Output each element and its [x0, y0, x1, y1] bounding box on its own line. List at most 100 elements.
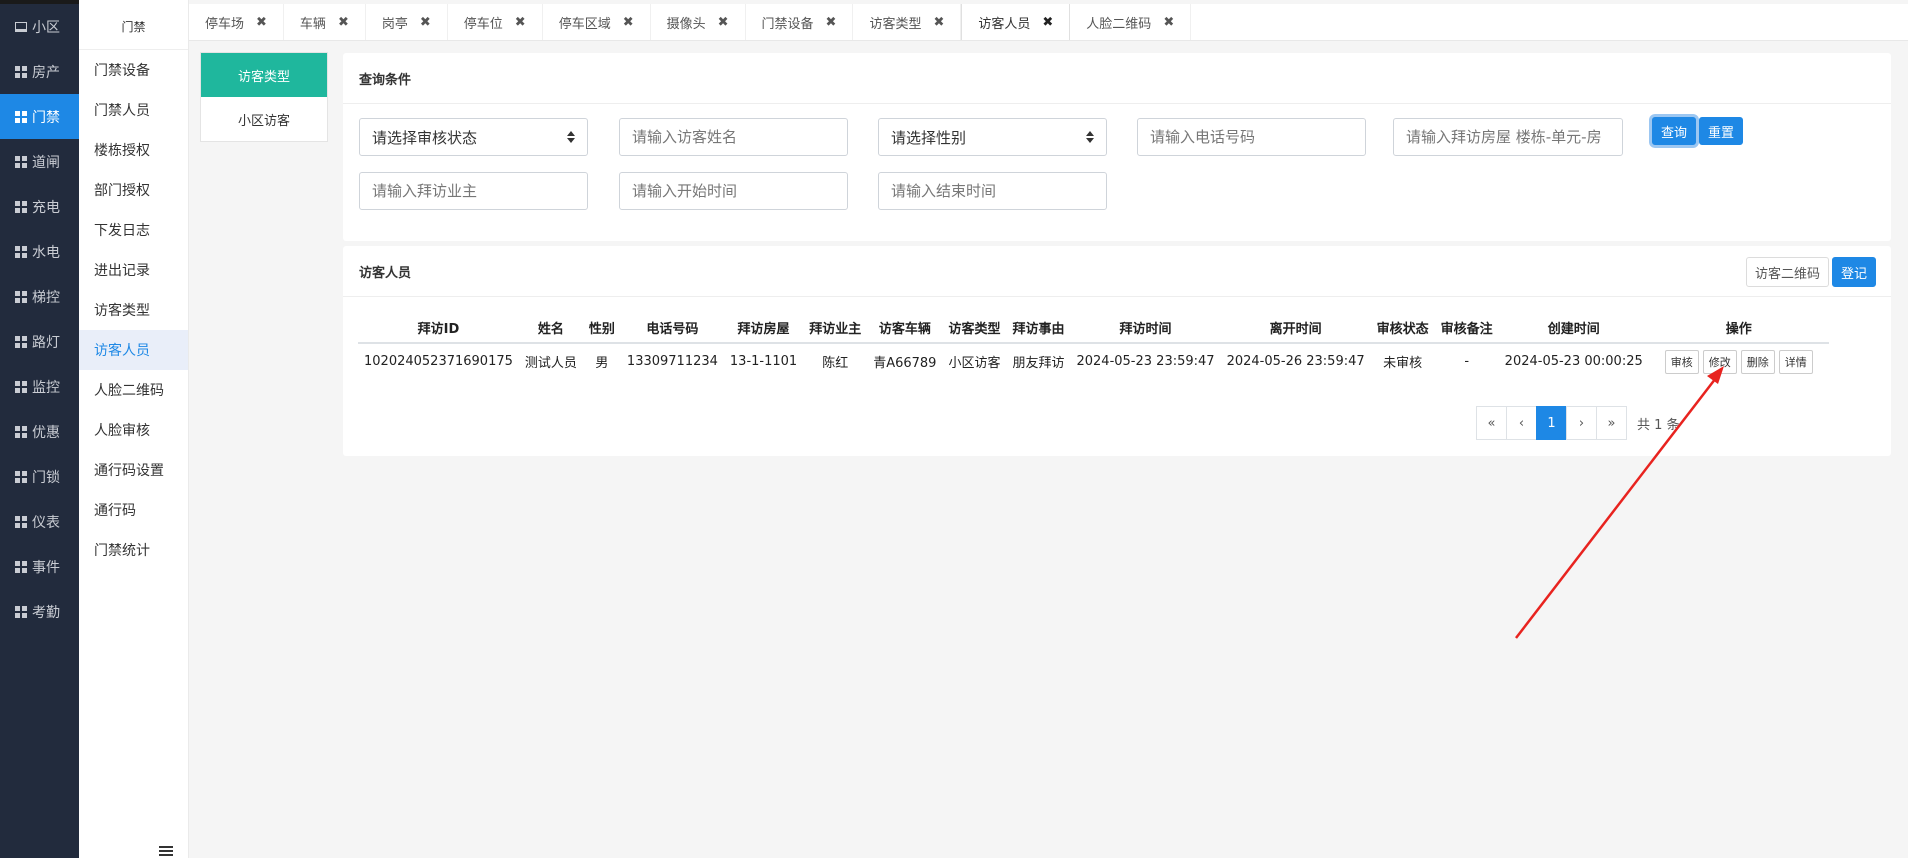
sidebar-item[interactable]: 路灯	[0, 319, 79, 364]
detail-button[interactable]: 详情	[1778, 349, 1813, 374]
first-page-button[interactable]: «	[1476, 406, 1507, 440]
tab-label: 门禁设备	[761, 16, 814, 32]
table-cell: 2024-05-26 23:59:47	[1226, 354, 1365, 369]
grid-icon	[15, 245, 27, 258]
tab-label: 停车场	[205, 16, 245, 32]
sidebar-item[interactable]: 仪表	[0, 499, 79, 544]
query-panel-title: 查询条件	[343, 53, 1891, 104]
close-icon[interactable]: ✖	[420, 15, 431, 30]
prev-page-button[interactable]: ‹	[1506, 406, 1537, 440]
visitor-type-item[interactable]: 小区访客	[201, 97, 327, 141]
sidebar-item[interactable]: 门锁	[0, 454, 79, 499]
tab[interactable]: 停车场 ✖	[189, 4, 284, 40]
submenu-item[interactable]: 门禁人员	[79, 90, 188, 130]
register-button[interactable]: 登记	[1832, 257, 1877, 287]
tab[interactable]: 人脸二维码 ✖	[1070, 4, 1192, 40]
page-1-button[interactable]: 1	[1536, 406, 1567, 440]
submenu-item[interactable]: 进出记录	[79, 250, 188, 290]
sub-sidebar-list: 门禁设备 门禁人员 楼栋授权 部门授权 下发日志 进出记录 访客类型 访客人员 人脸二维码 人脸审…	[79, 50, 188, 570]
close-icon[interactable]: ✖	[1163, 15, 1174, 30]
submenu-item[interactable]: 门禁统计	[79, 530, 188, 570]
grid-icon	[15, 290, 27, 303]
sidebar-item[interactable]: 事件	[0, 544, 79, 589]
sidebar-item-label: 水电	[32, 244, 60, 261]
total-count: 共 1 条	[1637, 417, 1680, 433]
close-icon[interactable]: ✖	[933, 15, 944, 30]
start-time-input[interactable]	[619, 172, 848, 210]
visitor-type-item[interactable]: 访客类型	[201, 53, 327, 97]
close-icon[interactable]: ✖	[515, 15, 526, 30]
table-cell: 未审核	[1383, 356, 1423, 371]
column-header: 拜访业主	[803, 313, 868, 344]
sidebar-item[interactable]: 房产	[0, 49, 79, 94]
grid-icon	[15, 515, 27, 528]
sidebar-item[interactable]: 监控	[0, 364, 79, 409]
tab-label: 访客人员	[978, 16, 1031, 32]
close-icon[interactable]: ✖	[256, 15, 267, 30]
table-cell: 2024-05-23 23:59:47	[1076, 354, 1215, 369]
gender-select[interactable]: 请选择性别	[878, 118, 1107, 156]
grid-icon	[15, 65, 27, 78]
grid-icon	[15, 155, 27, 168]
sidebar-item[interactable]: 水电	[0, 229, 79, 274]
sidebar-item[interactable]: 门禁	[0, 94, 79, 139]
tab-label: 停车位	[463, 16, 503, 32]
table-cell: 2024-05-23 00:00:25	[1504, 354, 1643, 369]
audit-status-select[interactable]: 请选择审核状态	[359, 118, 588, 156]
close-icon[interactable]: ✖	[718, 15, 729, 30]
tab[interactable]: 门禁设备 ✖	[746, 4, 854, 40]
tab[interactable]: 停车区域 ✖	[543, 4, 651, 40]
submenu-item[interactable]: 访客类型	[79, 290, 188, 330]
audit-status-select-value: 请选择审核状态	[372, 128, 478, 147]
tab[interactable]: 停车位 ✖	[448, 4, 543, 40]
select-arrows-icon	[567, 131, 575, 143]
row-actions: 审核 修改 删除 详情	[1655, 349, 1823, 374]
table-header-row: 拜访ID 姓名 性别 电话号码 拜访房屋 拜访业主 访客车辆 访客类型 拜访事由 拜访时间 离开时间…	[358, 313, 1829, 344]
visitor-name-input[interactable]	[619, 118, 848, 156]
select-arrows-icon	[1086, 131, 1094, 143]
submenu-item[interactable]: 访客人员	[79, 330, 188, 370]
gender-select-value: 请选择性别	[891, 128, 967, 147]
tab[interactable]: 岗亭 ✖	[366, 4, 448, 40]
tab[interactable]: 访客类型 ✖	[853, 4, 962, 40]
reset-button[interactable]: 重置	[1699, 117, 1744, 145]
collapse-menu-icon[interactable]	[159, 846, 173, 858]
sidebar-item[interactable]: 考勤	[0, 589, 79, 634]
next-page-button[interactable]: ›	[1566, 406, 1597, 440]
end-time-input[interactable]	[878, 172, 1107, 210]
phone-input[interactable]	[1137, 118, 1366, 156]
sidebar-item[interactable]: 优惠	[0, 409, 79, 454]
close-icon[interactable]: ✖	[826, 15, 837, 30]
search-button[interactable]: 查询	[1652, 117, 1697, 145]
submenu-item[interactable]: 部门授权	[79, 170, 188, 210]
submenu-item[interactable]: 人脸二维码	[79, 370, 188, 410]
sidebar-item-label: 监控	[32, 379, 60, 396]
sidebar-item-label: 路灯	[32, 334, 60, 351]
tab[interactable]: 访客人员 ✖	[961, 4, 1071, 40]
submenu-item[interactable]: 通行码	[79, 490, 188, 530]
last-page-button[interactable]: »	[1596, 406, 1627, 440]
sidebar-item[interactable]: 充电	[0, 184, 79, 229]
sidebar-item[interactable]: 梯控	[0, 274, 79, 319]
tab-label: 车辆	[299, 16, 326, 32]
submenu-item[interactable]: 通行码设置	[79, 450, 188, 490]
delete-button[interactable]: 删除	[1740, 349, 1775, 374]
owner-input[interactable]	[359, 172, 588, 210]
submenu-item[interactable]: 门禁设备	[79, 50, 188, 90]
tab[interactable]: 车辆 ✖	[284, 4, 366, 40]
tab[interactable]: 摄像头 ✖	[651, 4, 746, 40]
sidebar-item-label: 道闸	[32, 154, 60, 171]
room-input[interactable]	[1393, 118, 1623, 156]
submenu-item[interactable]: 下发日志	[79, 210, 188, 250]
edit-button[interactable]: 修改	[1702, 349, 1737, 374]
close-icon[interactable]: ✖	[338, 15, 349, 30]
visitor-qrcode-button[interactable]: 访客二维码	[1746, 257, 1830, 287]
submenu-item[interactable]: 楼栋授权	[79, 130, 188, 170]
sidebar-item[interactable]: 小区	[0, 4, 79, 49]
sidebar-item-label: 优惠	[32, 424, 60, 441]
submenu-item[interactable]: 人脸审核	[79, 410, 188, 450]
sidebar-item[interactable]: 道闸	[0, 139, 79, 184]
audit-button[interactable]: 审核	[1664, 349, 1699, 374]
close-icon[interactable]: ✖	[1042, 15, 1053, 30]
close-icon[interactable]: ✖	[623, 15, 634, 30]
